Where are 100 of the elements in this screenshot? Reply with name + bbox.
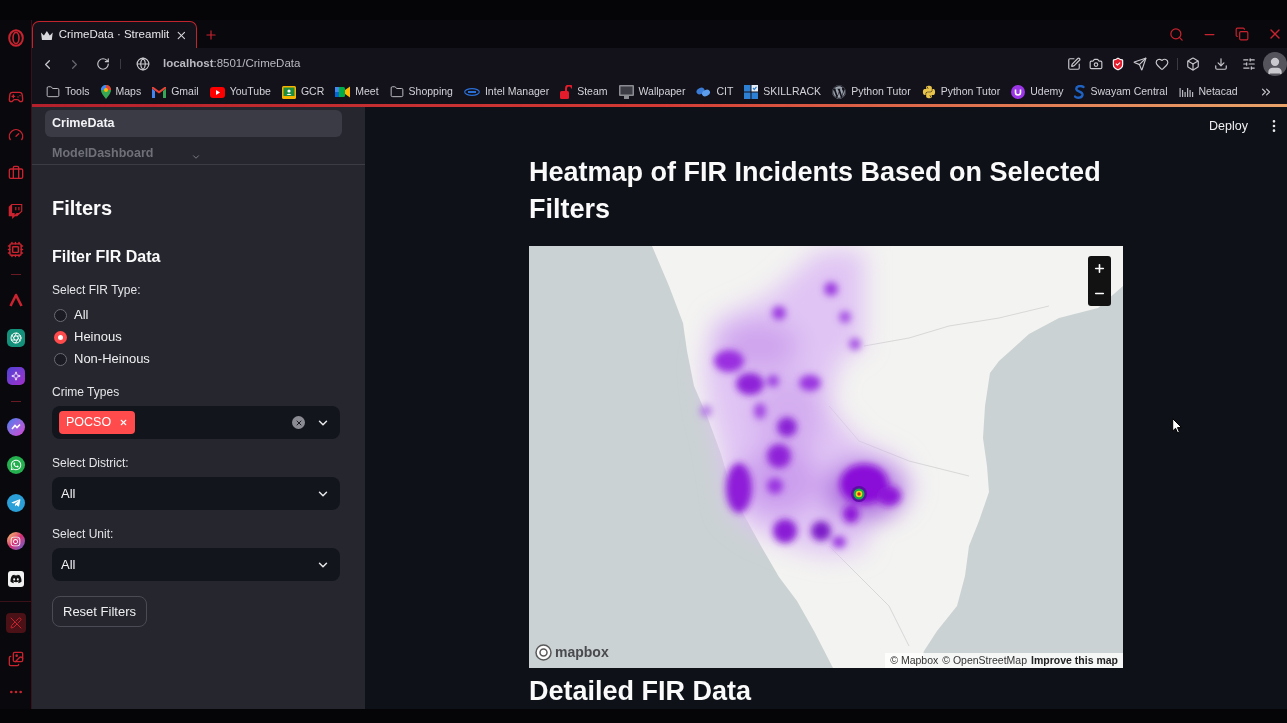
bookmark-link[interactable]: Intel Manager xyxy=(463,84,550,100)
heat-spot xyxy=(772,306,786,320)
plus-icon xyxy=(1093,262,1106,275)
attribution-link[interactable]: © OpenStreetMap xyxy=(942,652,1028,668)
heat-spot xyxy=(773,519,797,543)
sparkle-tile-icon[interactable] xyxy=(6,367,25,385)
nav-link[interactable]: CrimeData xyxy=(45,110,342,137)
logo-text: mapbox xyxy=(555,643,609,662)
mouse-pointer-icon xyxy=(1172,418,1183,434)
cube-icon[interactable] xyxy=(1186,57,1200,71)
briefcase-icon[interactable] xyxy=(7,165,24,181)
ring-logo-icon[interactable] xyxy=(7,29,24,47)
twitch-icon[interactable] xyxy=(8,203,23,219)
attribution-link[interactable]: © Mapbox xyxy=(890,652,939,668)
edit-icon[interactable] xyxy=(1067,57,1081,71)
heat-spot xyxy=(700,405,712,417)
unit-select[interactable]: All xyxy=(52,548,340,581)
field-label: Select District: xyxy=(52,455,130,471)
wings-logo-icon xyxy=(696,86,712,98)
map-pin-icon xyxy=(100,85,111,99)
bookmark-link[interactable]: Python Tutor xyxy=(832,84,911,100)
remove-icon[interactable] xyxy=(119,418,129,427)
field-label: Crime Types xyxy=(52,384,121,400)
play-logo-icon xyxy=(209,86,225,98)
attribution-link[interactable]: Improve this map xyxy=(1031,652,1118,668)
messenger-icon[interactable] xyxy=(6,418,25,436)
heat-spot xyxy=(777,417,797,437)
logo-icon xyxy=(535,644,552,661)
gauge-icon[interactable] xyxy=(7,127,24,143)
instagram-icon[interactable] xyxy=(6,532,25,550)
telegram-icon[interactable] xyxy=(6,494,25,512)
bookmark-link[interactable]: Maps xyxy=(100,84,142,100)
bookmark-link[interactable]: Shopping xyxy=(389,84,453,100)
heat-spot xyxy=(714,350,744,372)
heat-spot xyxy=(767,478,783,494)
field-label: Select Unit: xyxy=(52,526,115,542)
heat-spot xyxy=(799,375,821,391)
search-icon[interactable] xyxy=(1169,26,1184,42)
bookmark-link[interactable]: GCR xyxy=(281,84,325,100)
deploy-button[interactable]: Deploy xyxy=(1201,112,1256,140)
sidebar-title: Filters xyxy=(52,196,114,220)
bookmark-link[interactable]: Steam xyxy=(560,84,608,100)
peak-logo-icon[interactable] xyxy=(8,293,23,307)
bookmark-link[interactable]: Udemy xyxy=(1011,84,1064,100)
bookmark-link[interactable]: SKILLRACK xyxy=(744,84,822,100)
show-more-icon[interactable] xyxy=(191,152,201,162)
heat-spot xyxy=(754,403,766,419)
section-heading: Detailed FIR Data xyxy=(529,676,753,706)
python-icon xyxy=(921,85,936,99)
radio-option[interactable]: All xyxy=(52,304,365,326)
oval-logo-icon xyxy=(463,88,480,96)
padlock-icon xyxy=(560,85,573,99)
bookmark-link[interactable]: Wallpaper xyxy=(618,84,686,100)
settings-sliders-icon[interactable] xyxy=(1242,57,1256,71)
bookmark-link[interactable]: CIT xyxy=(696,84,734,100)
restore-icon[interactable] xyxy=(1235,27,1249,41)
images-icon[interactable] xyxy=(7,650,24,667)
more-bookmarks-icon[interactable] xyxy=(1259,85,1273,99)
bars-logo-icon xyxy=(1178,87,1194,97)
url-text[interactable]: localhost:8501/CrimeData xyxy=(163,55,301,73)
bookmark-link[interactable]: Gmail xyxy=(152,84,199,100)
pen-off-icon[interactable] xyxy=(5,613,26,633)
discord-icon[interactable] xyxy=(7,571,24,587)
section-heading: Filter FIR Data xyxy=(52,247,162,267)
cpu-chip-icon[interactable] xyxy=(7,240,24,258)
crown-icon xyxy=(41,30,53,40)
bookmark-link[interactable]: Tools xyxy=(46,84,90,100)
gamepad-icon[interactable] xyxy=(7,89,24,105)
send-icon[interactable] xyxy=(1133,57,1147,71)
mail-icon xyxy=(152,86,167,98)
bookmark-link[interactable]: YouTube xyxy=(209,84,271,100)
bookmark-link[interactable]: Swayam Central xyxy=(1074,84,1168,100)
folder-icon xyxy=(46,85,60,99)
hotspot-marker xyxy=(851,486,867,502)
reload-icon[interactable] xyxy=(96,57,110,71)
district-select[interactable]: All xyxy=(52,477,340,510)
bookmark-link[interactable]: Netacad xyxy=(1178,84,1238,100)
heat-spot xyxy=(767,375,779,387)
aperture-tile-icon[interactable] xyxy=(6,329,25,347)
whatsapp-icon[interactable] xyxy=(6,456,25,474)
globe-icon xyxy=(136,57,150,71)
heat-spot xyxy=(849,338,861,350)
clear-icon[interactable] xyxy=(292,416,305,429)
download-icon[interactable] xyxy=(1214,57,1228,71)
browser-tab[interactable]: CrimeData · Streamlit xyxy=(32,21,197,48)
cup-logo-icon xyxy=(1011,85,1026,99)
page-heading: Heatmap of FIR Incidents Based on Selected Filters xyxy=(529,156,1102,226)
radio-option[interactable]: Non-Heinous xyxy=(52,348,365,370)
video-camera-icon xyxy=(335,86,351,98)
reset-filters-button[interactable]: Reset Filters xyxy=(52,596,147,627)
bookmark-link[interactable]: Python Tutor xyxy=(921,84,1001,100)
shield-icon[interactable] xyxy=(1111,57,1125,71)
radio-option[interactable]: Heinous xyxy=(52,326,365,348)
wordpress-icon xyxy=(832,85,847,99)
heat-spot xyxy=(839,311,851,323)
monitor-icon xyxy=(618,85,634,99)
avatar-icon[interactable] xyxy=(1263,52,1287,76)
bookmark-link[interactable]: Meet xyxy=(335,84,379,100)
heart-icon[interactable] xyxy=(1155,57,1169,71)
camera-icon[interactable] xyxy=(1089,57,1103,71)
